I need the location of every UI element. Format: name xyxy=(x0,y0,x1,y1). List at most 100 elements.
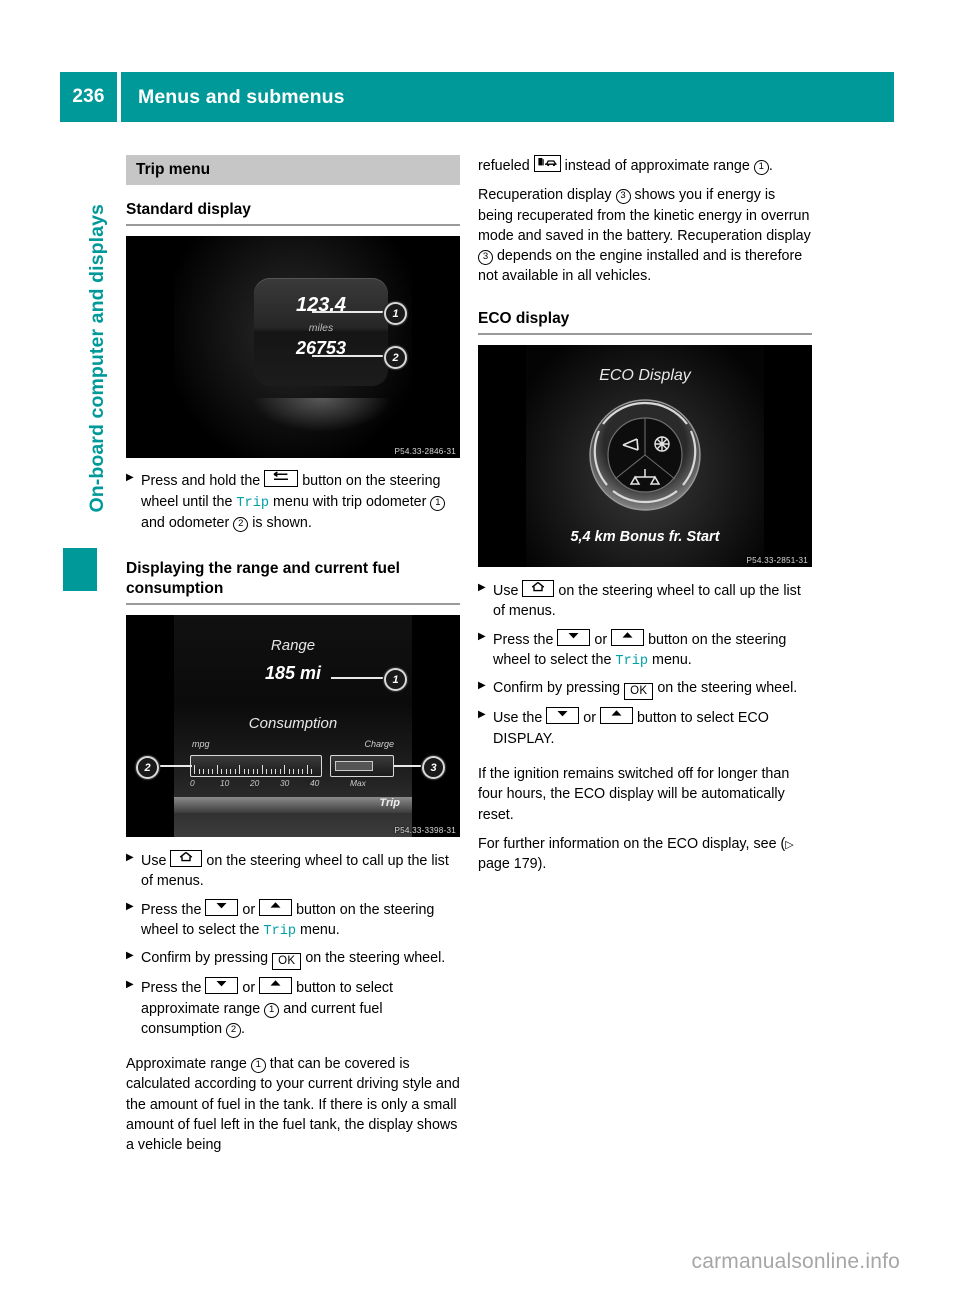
bullet-text-or: or xyxy=(594,631,608,648)
bullet-text-post: on the steering wheel. xyxy=(657,680,798,697)
fig2-callout-1-leader xyxy=(331,677,386,679)
left-column: Trip menu Standard display 123.4 miles 2… xyxy=(126,155,460,1165)
up-button-key-icon xyxy=(259,898,293,916)
bullet-arrow-icon: ▶ xyxy=(126,900,134,912)
refuel-vehicle-icon xyxy=(533,155,561,172)
paragraph-text-a: For further information on the ECO displ… xyxy=(478,835,786,852)
callout-2-leader xyxy=(312,355,384,357)
bullet-arrow-icon: ▶ xyxy=(126,950,134,962)
charge-max-label: Max xyxy=(350,778,366,789)
bullet-arrow-icon: ▶ xyxy=(478,630,486,642)
figure-1-code: P54.33-2846-31 xyxy=(394,447,456,457)
screen-glow xyxy=(252,398,392,433)
eco-display-bonus-text: 5,4 km Bonus fr. Start xyxy=(570,529,720,546)
consumption-bar xyxy=(190,755,322,778)
bullet-text-pre: Press the xyxy=(141,980,202,997)
bullet-text-pre: Press the xyxy=(141,901,202,918)
site-watermark: carmanualsonline.info xyxy=(691,1250,900,1273)
bullet-text-post-b: and odometer xyxy=(141,514,230,531)
bullet-arrow-icon: ▶ xyxy=(478,582,486,594)
paragraph-recuperation: Recuperation display 3 shows you if ener… xyxy=(478,185,812,286)
chapter-tab-marker xyxy=(63,548,97,591)
bullet-text-pre: Confirm by pressing xyxy=(493,680,621,697)
scale-tick-label: 20 xyxy=(250,778,260,789)
range-label: Range xyxy=(270,637,316,655)
chapter-side-tab-label: On-board computer and displays xyxy=(85,203,108,513)
consumption-bar-ticks xyxy=(194,765,318,775)
instruction-use-home-2: ▶ Use on the steering wheel to call up t… xyxy=(478,580,812,622)
paragraph-text-b: instead of approximate range xyxy=(564,158,750,174)
paragraph-approximate-range: Approximate range 1 that can be covered … xyxy=(126,1054,460,1155)
bullet-text-pre: Use xyxy=(141,853,167,870)
mpg-label: mpg xyxy=(192,739,210,750)
figure-3-code: P54.33-2851-31 xyxy=(746,556,808,566)
bullet-text-post: . xyxy=(241,1020,246,1037)
figure-2-callout-1: 1 xyxy=(384,668,407,692)
callout-1-leader xyxy=(312,311,384,313)
instruction-select-range: ▶ Press the or button to select approxim… xyxy=(126,977,460,1039)
bullet-text-pre: Use the xyxy=(493,710,543,727)
figure-1-screen: 123.4 miles 26753 xyxy=(174,236,412,459)
inline-callout-1: 1 xyxy=(250,1058,266,1074)
bullet-text-post-c: is shown. xyxy=(252,514,312,531)
bullet-text-or: or xyxy=(242,901,256,918)
up-button-key-icon xyxy=(599,707,633,725)
paragraph-text-b: page 179). xyxy=(478,856,547,873)
eco-display-title: ECO Display xyxy=(599,367,691,385)
instruction-confirm-ok: ▶ Confirm by pressing OK on the steering… xyxy=(126,948,460,971)
heading-eco-display: ECO display xyxy=(478,309,570,327)
heading-displaying-range: Displaying the range and current fuel co… xyxy=(126,560,400,597)
figure-2-callout-3: 3 xyxy=(422,756,445,780)
range-value: 185 mi xyxy=(264,663,322,684)
down-button-key-icon xyxy=(557,628,591,646)
bullet-arrow-icon: ▶ xyxy=(478,680,486,692)
bullet-text-pre: Confirm by pressing xyxy=(141,950,269,967)
heading-rule-2 xyxy=(126,603,460,606)
page-number: 236 xyxy=(60,72,117,122)
paragraph-text-c: . xyxy=(768,158,773,174)
paragraph-text-a: Approximate range xyxy=(126,1056,247,1073)
section-bar-trip-menu: Trip menu xyxy=(126,155,460,185)
bullet-text-pre: Press and hold the xyxy=(141,473,261,490)
charge-bar-fill xyxy=(335,761,373,772)
instruction-select-trip: ▶ Press the or button on the steering wh… xyxy=(126,898,460,942)
bullet-text-or: or xyxy=(242,980,256,997)
instruction-select-eco-display: ▶ Use the or button to select ECO DISPLA… xyxy=(478,707,812,749)
bullet-text-or: or xyxy=(583,710,596,727)
bullet-text-post-a: menu with trip odometer xyxy=(273,493,427,510)
down-button-key-icon xyxy=(205,977,239,995)
heading-standard-display: Standard display xyxy=(126,201,251,218)
figure-trip-odometer: 123.4 miles 26753 1 2 P54.33-2846-31 xyxy=(126,236,460,459)
page-title: Menus and submenus xyxy=(121,72,894,122)
instruction-select-trip-2: ▶ Press the or button on the steering wh… xyxy=(478,628,812,672)
heading-rule-3 xyxy=(478,333,812,336)
right-column: refueled instead of approximate range 1.… xyxy=(478,155,812,883)
figure-2-code: P54.33-3398-31 xyxy=(394,826,456,836)
odometer-unit: miles xyxy=(308,322,334,335)
bullet-arrow-icon: ▶ xyxy=(126,472,134,484)
odometer-card: 123.4 miles 26753 xyxy=(254,278,388,387)
figure-range-consumption: Range 185 mi Consumption mpg Charge 0 10 2… xyxy=(126,615,460,838)
inline-callout-1: 1 xyxy=(264,1002,280,1018)
trip-menu-name: Trip xyxy=(615,654,649,670)
paragraph-further-info: For further information on the ECO displ… xyxy=(478,834,812,875)
figure-2-trip-chip: Trip xyxy=(379,797,400,810)
trip-odometer-value: 123.4 xyxy=(295,294,347,317)
bullet-arrow-icon: ▶ xyxy=(126,979,134,991)
inline-callout-3b: 3 xyxy=(478,250,493,266)
bullet-arrow-icon: ▶ xyxy=(478,709,486,721)
figure-2-screen: Range 185 mi Consumption mpg Charge 0 10 2… xyxy=(174,615,412,838)
paragraph-text-c: depends on the engine installed and is t… xyxy=(478,248,803,285)
paragraph-text-a: Recuperation display xyxy=(478,187,612,204)
figure-2-callout-2: 2 xyxy=(136,756,159,780)
bullet-text-post: on the steering wheel. xyxy=(305,950,446,967)
trip-menu-name: Trip xyxy=(236,495,270,511)
screen-bottom-bar xyxy=(174,797,412,814)
consumption-label: Consumption xyxy=(248,715,338,733)
home-button-key-icon xyxy=(170,850,203,868)
back-button-key-icon xyxy=(264,470,299,488)
figure-eco-display: ECO Display 5,4 km Bonus fr. Start P54.3… xyxy=(478,345,812,568)
scale-tick-label: 30 xyxy=(280,778,290,789)
bullet-text-pre: Use xyxy=(493,583,519,600)
bullet-text-post: menu. xyxy=(300,921,340,938)
